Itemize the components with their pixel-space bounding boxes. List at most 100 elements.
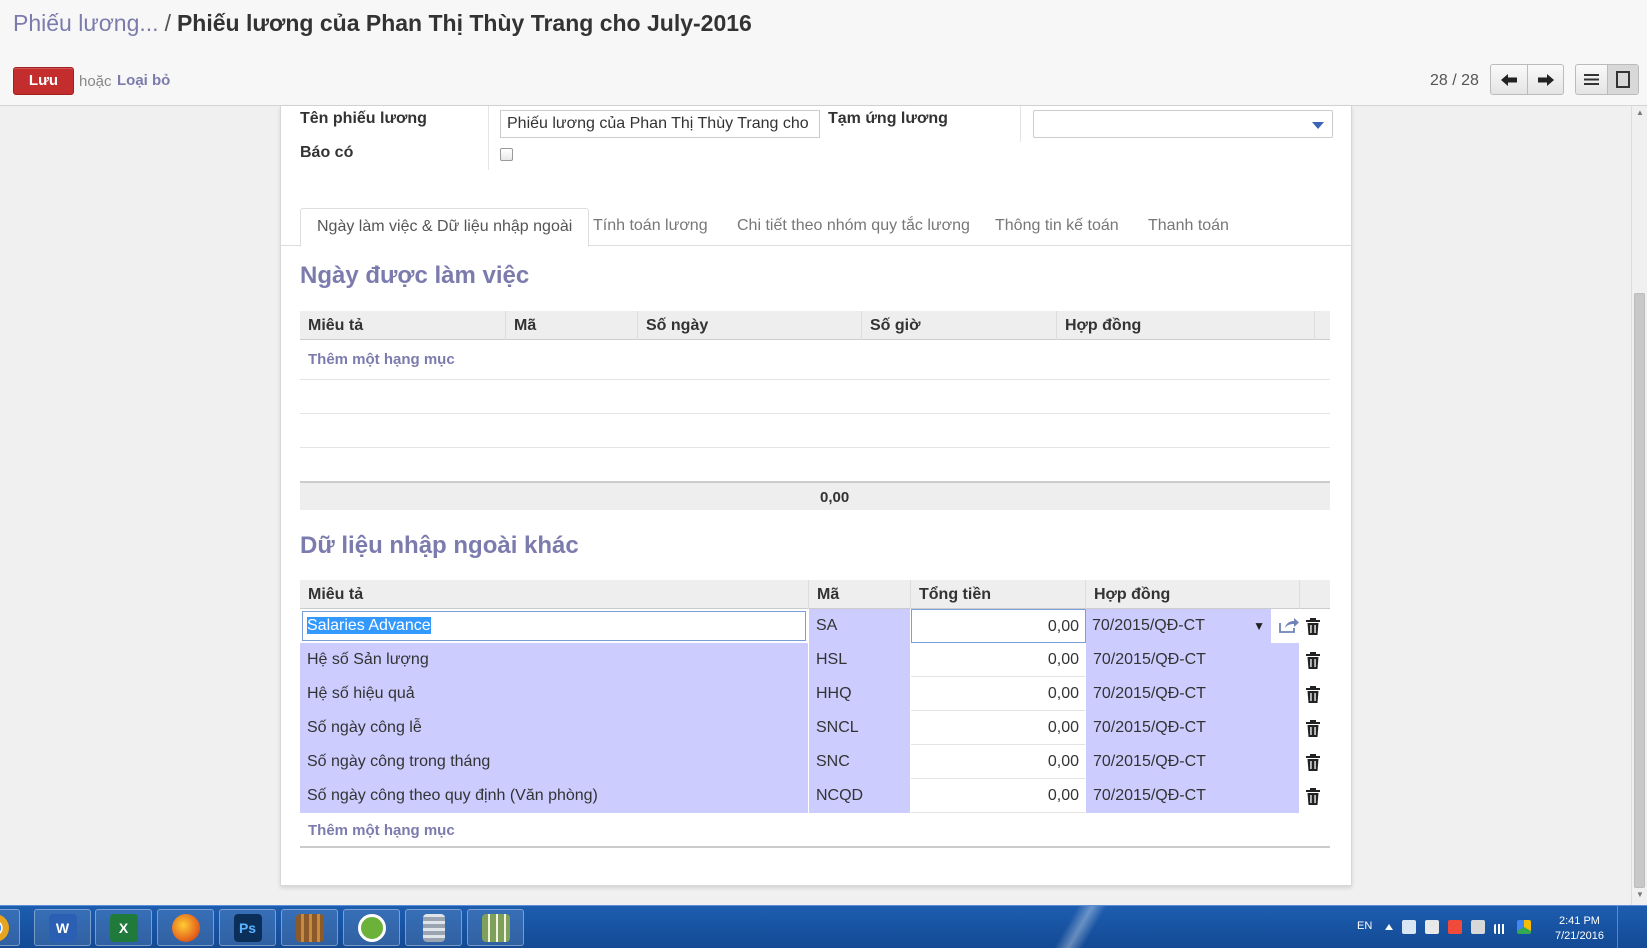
column-header-code[interactable]: Mã (506, 311, 638, 340)
trash-icon[interactable] (1306, 686, 1320, 703)
amount-cell[interactable]: 0,00 (911, 643, 1086, 677)
description-cell[interactable]: Salaries Advance (300, 609, 809, 643)
worked-days-title: Ngày được làm việc (300, 262, 530, 289)
show-desktop-button[interactable] (1617, 906, 1647, 948)
contract-select[interactable]: 70/2015/QĐ-CT ▼ (1086, 609, 1272, 643)
taskbar-spreadsheet-app-button[interactable] (467, 909, 524, 946)
contract-cell[interactable]: 70/2015/QĐ-CT (1086, 711, 1300, 745)
description-cell[interactable]: Số ngày công theo quy định (Văn phòng) (300, 779, 809, 813)
taskbar-library-button[interactable] (281, 909, 338, 946)
column-header-contract[interactable]: Hợp đồng (1086, 580, 1300, 609)
next-record-button[interactable] (1527, 65, 1563, 94)
vertical-scrollbar[interactable]: ▲ ▼ (1631, 106, 1647, 905)
usb-device-icon[interactable] (1425, 920, 1439, 934)
table-row[interactable]: Hệ số hiệu quả HHQ 0,00 70/2015/QĐ-CT (300, 677, 1330, 711)
list-view-button[interactable] (1576, 65, 1607, 94)
code-cell[interactable]: HHQ (809, 677, 911, 711)
trash-icon[interactable] (1306, 652, 1320, 669)
contract-cell[interactable]: 70/2015/QĐ-CT (1086, 677, 1300, 711)
contract-cell[interactable]: 70/2015/QĐ-CT (1086, 643, 1300, 677)
amount-input[interactable]: 0,00 (911, 609, 1086, 643)
taskbar-chrome-button[interactable] (0, 909, 20, 946)
column-header-hours[interactable]: Số giờ (862, 311, 1057, 340)
column-header-code[interactable]: Mã (809, 580, 911, 609)
worked-days-table: Miêu tả Mã Số ngày Số giờ Hợp đồng Thêm … (300, 311, 1330, 511)
taskbar-firefox-button[interactable] (157, 909, 214, 946)
contract-cell[interactable]: 70/2015/QĐ-CT (1086, 745, 1300, 779)
network-signal-icon[interactable] (1494, 924, 1508, 934)
table-row[interactable]: Số ngày công trong tháng SNC 0,00 70/201… (300, 745, 1330, 779)
scroll-up-arrow-icon[interactable]: ▲ (1636, 108, 1644, 117)
code-cell[interactable]: HSL (809, 643, 911, 677)
form-view-button[interactable] (1607, 65, 1638, 94)
taskbar-calculator-button[interactable] (405, 909, 462, 946)
other-inputs-header: Miêu tả Mã Tổng tiền Hợp đồng (300, 580, 1330, 609)
volume-muted-icon[interactable] (1471, 920, 1485, 934)
external-link-icon[interactable] (1278, 617, 1300, 634)
column-header-amount[interactable]: Tổng tiền (911, 580, 1086, 609)
code-cell[interactable]: SA (809, 609, 911, 643)
amount-cell[interactable]: 0,00 (911, 779, 1086, 813)
column-header-description[interactable]: Miêu tả (300, 580, 809, 609)
taskbar-photoshop-button[interactable]: Ps (219, 909, 276, 946)
scroll-down-arrow-icon[interactable]: ▼ (1636, 890, 1644, 899)
credit-note-checkbox[interactable] (500, 148, 513, 161)
windows-taskbar: W X Ps EN 2:41 PM 7/21/2016 (0, 905, 1647, 948)
caret-down-icon[interactable]: ▼ (1253, 609, 1265, 643)
action-center-flag-icon[interactable] (1448, 920, 1462, 934)
discard-link[interactable]: Loại bỏ (117, 72, 170, 89)
save-button[interactable]: Lưu (13, 67, 74, 95)
description-cell[interactable]: Số ngày công trong tháng (300, 745, 809, 779)
amount-cell[interactable]: 0,00 (911, 677, 1086, 711)
worked-days-total-row: 0,00 (300, 481, 1330, 510)
tab-details-by-rule-category[interactable]: Chi tiết theo nhóm quy tắc lương (721, 208, 986, 247)
tab-salary-computation[interactable]: Tính toán lương (577, 208, 724, 247)
column-header-contract[interactable]: Hợp đồng (1057, 311, 1315, 340)
code-cell[interactable]: SNCL (809, 711, 911, 745)
payslip-name-input[interactable]: Phiếu lương của Phan Thị Thùy Trang cho (500, 110, 820, 138)
description-cell[interactable]: Số ngày công lễ (300, 711, 809, 745)
other-inputs-add-item-link[interactable]: Thêm một hạng mục (308, 822, 455, 839)
table-row[interactable]: Số ngày công lễ SNCL 0,00 70/2015/QĐ-CT (300, 711, 1330, 745)
contract-cell[interactable]: 70/2015/QĐ-CT (1086, 779, 1300, 813)
description-cell[interactable]: Hệ số hiệu quả (300, 677, 809, 711)
tab-accounting-info[interactable]: Thông tin kế toán (979, 208, 1135, 247)
table-row[interactable]: Số ngày công theo quy định (Văn phòng) N… (300, 779, 1330, 813)
library-icon (295, 913, 324, 942)
description-input[interactable]: Salaries Advance (302, 611, 806, 641)
breadcrumb-parent-link[interactable]: Phiếu lương... (13, 10, 159, 36)
table-row[interactable]: Salaries Advance SA 0,00 70/2015/QĐ-CT ▼ (300, 609, 1330, 643)
dropbox-icon[interactable] (1402, 920, 1416, 934)
breadcrumb-separator: / (164, 10, 171, 36)
or-label: hoặc (79, 73, 112, 90)
taskbar-excel-button[interactable]: X (95, 909, 152, 946)
column-header-description[interactable]: Miêu tả (300, 311, 506, 340)
trash-icon[interactable] (1306, 788, 1320, 805)
salary-advance-select[interactable] (1033, 110, 1333, 138)
scroll-thumb[interactable] (1634, 293, 1645, 888)
language-indicator[interactable]: EN (1357, 920, 1372, 932)
tab-payment[interactable]: Thanh toán (1132, 208, 1245, 247)
code-cell[interactable]: NCQD (809, 779, 911, 813)
taskbar-greenshot-button[interactable] (343, 909, 400, 946)
amount-cell[interactable]: 0,00 (911, 745, 1086, 779)
worked-days-add-item-link[interactable]: Thêm một hạng mục (308, 351, 455, 368)
trash-icon[interactable] (1306, 618, 1320, 635)
tab-worked-days-inputs[interactable]: Ngày làm việc & Dữ liệu nhập ngoài (300, 208, 590, 247)
table-row[interactable]: Hệ số Sản lượng HSL 0,00 70/2015/QĐ-CT (300, 643, 1330, 677)
trash-icon[interactable] (1306, 754, 1320, 771)
code-cell[interactable]: SNC (809, 745, 911, 779)
chrome-icon (0, 913, 9, 942)
pager-buttons (1490, 64, 1564, 95)
system-clock[interactable]: 2:41 PM 7/21/2016 (1555, 914, 1604, 944)
google-drive-icon[interactable] (1517, 920, 1531, 934)
contract-value: 70/2015/QĐ-CT (1092, 617, 1205, 634)
other-inputs-title: Dữ liệu nhập ngoài khác (300, 532, 579, 559)
show-hidden-icons-icon[interactable] (1385, 924, 1393, 930)
description-cell[interactable]: Hệ số Sản lượng (300, 643, 809, 677)
trash-icon[interactable] (1306, 720, 1320, 737)
previous-record-button[interactable] (1491, 65, 1527, 94)
taskbar-word-button[interactable]: W (34, 909, 91, 946)
amount-cell[interactable]: 0,00 (911, 711, 1086, 745)
column-header-days[interactable]: Số ngày (638, 311, 862, 340)
